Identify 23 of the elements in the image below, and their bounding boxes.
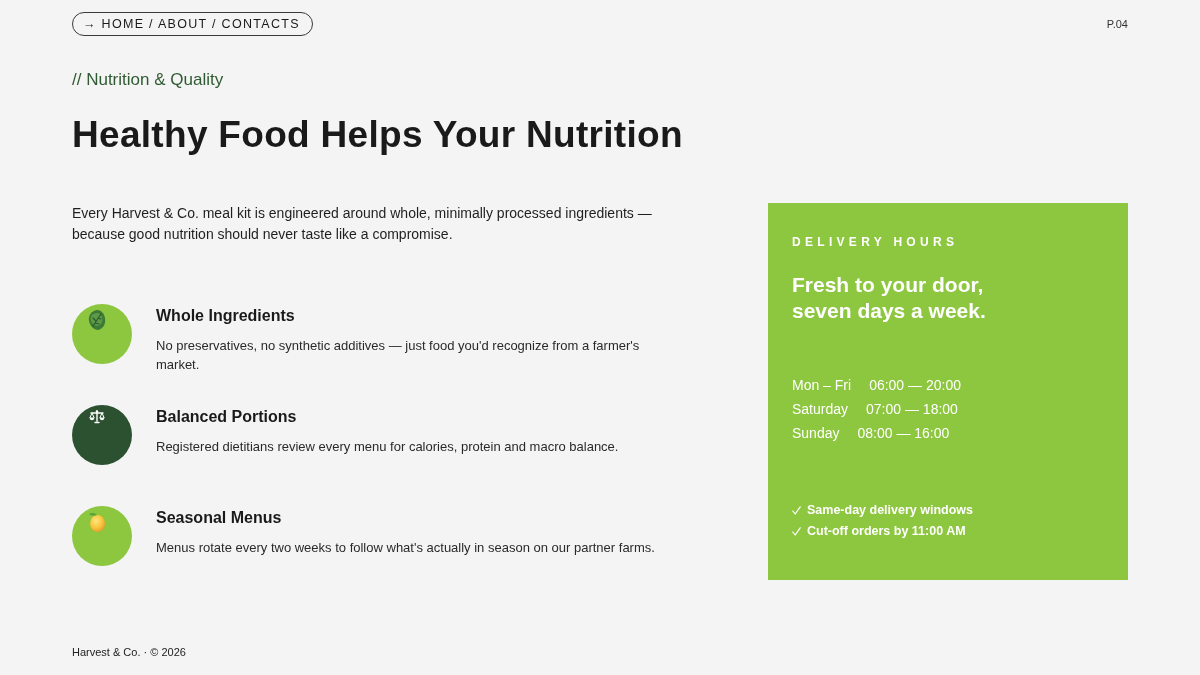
page-heading: Healthy Food Helps Your Nutrition <box>72 113 683 157</box>
page-number: P.04 <box>1106 17 1128 31</box>
hours-day: Saturday <box>792 397 849 421</box>
hours-time: 07:00 — 18:00 <box>866 400 958 419</box>
feature-title: Seasonal Menus <box>156 508 283 528</box>
intro-paragraph: Every Harvest & Co. meal kit is engineered around whole, minimally processed ingredients — because good nutrition should never taste like a compromise. <box>72 204 653 244</box>
section-eyebrow: // Nutrition & Quality <box>72 70 224 90</box>
feature-description: No preservatives, no synthetic additives — just food you'd recognize from a farmer's market. <box>156 337 641 374</box>
feature-description: Registered dietitians review every menu for calories, protein and macro balance. <box>156 438 620 456</box>
feature-title: Balanced Portions <box>156 407 298 427</box>
card-headline: Fresh to your door, seven days a week. <box>792 272 986 324</box>
hours-time: 06:00 — 20:00 <box>869 376 961 395</box>
perk-text: Cut-off orders by 11:00 AM <box>807 523 966 540</box>
check-icon <box>792 527 801 536</box>
hours-day: Sunday <box>792 421 840 445</box>
perk-text: Same-day delivery windows <box>807 502 974 519</box>
card-eyebrow: DELIVERY HOURS <box>792 234 959 250</box>
check-icon <box>792 506 801 515</box>
hours-time: 08:00 — 16:00 <box>857 424 950 443</box>
feature-description: Menus rotate every two weeks to follow what's actually in season on our partner farms. <box>156 539 656 557</box>
feature-title: Whole Ingredients <box>156 306 296 326</box>
footer-text: Harvest & Co. · © 2026 <box>72 645 186 659</box>
hours-day: Mon – Fri <box>792 373 852 397</box>
